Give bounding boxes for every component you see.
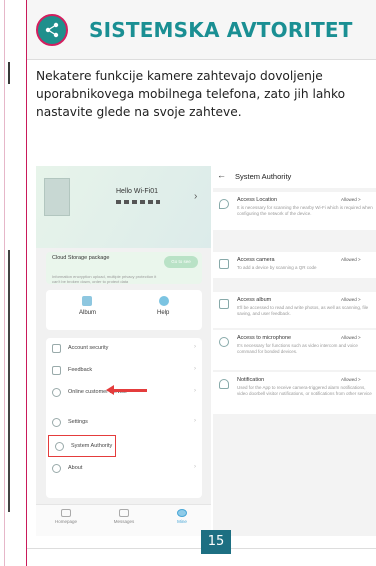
tab-label: Mine xyxy=(177,519,187,524)
headset-icon xyxy=(52,388,61,397)
home-icon xyxy=(61,509,71,517)
masked-id xyxy=(116,200,160,204)
tab-label: Messages xyxy=(113,519,135,524)
pointer-arrow xyxy=(106,385,147,395)
menu-label: About xyxy=(68,465,83,471)
chevron-right-icon: › xyxy=(194,344,196,350)
device-image xyxy=(44,178,70,216)
permission-item: Notification Allowed > Used for the App … xyxy=(213,372,376,414)
gear-icon xyxy=(52,418,61,427)
permission-name: Access Location xyxy=(237,197,278,203)
permission-name: Access album xyxy=(237,297,272,303)
device-title: Hello Wi-Fi01 xyxy=(116,188,159,195)
chevron-right-icon: › xyxy=(194,191,198,202)
tab-messages: Messages xyxy=(104,509,144,524)
app-screenshot-mine: Hello Wi-Fi01 › Cloud Storage package In… xyxy=(36,166,211,536)
permission-desc: It's necessary for functions such as vid… xyxy=(237,343,358,354)
page-number: 15 xyxy=(201,530,231,554)
menu-label: Account security xyxy=(68,345,109,351)
permission-desc: Used for the App to receive camera-trigg… xyxy=(237,385,372,396)
permission-name: Notification xyxy=(237,377,265,383)
menu-item: Account security › xyxy=(46,338,202,360)
screen-header: ← System Authority xyxy=(213,166,376,188)
menu-list: Account security › Feedback › Online cus… xyxy=(46,338,202,498)
tab-homepage: Homepage xyxy=(46,509,86,524)
app-screenshot-system-authority: ← System Authority Access Location Allow… xyxy=(213,166,376,536)
quick-actions: Album Help xyxy=(46,290,202,330)
screen-title: System Authority xyxy=(235,172,292,181)
profile-icon xyxy=(177,509,187,517)
album-label: Album xyxy=(79,310,97,316)
permission-status: Allowed > xyxy=(341,257,361,262)
help-icon xyxy=(159,296,169,306)
device-hero: Hello Wi-Fi01 › xyxy=(36,166,211,248)
edge-mark xyxy=(8,62,10,84)
header: SISTEMSKA AVTORITET xyxy=(27,0,376,60)
image-icon xyxy=(219,299,229,309)
menu-item: About › xyxy=(46,458,202,480)
location-icon xyxy=(219,199,229,209)
cloud-desc: Information encryption upload, multiple … xyxy=(52,274,157,284)
permission-desc: To add a device by scanning a QR code xyxy=(237,265,317,270)
tab-bar: Homepage Messages Mine xyxy=(36,504,211,536)
menu-item-highlighted: System Authority › xyxy=(48,435,116,457)
permission-desc: It'll be accessed to read and write phot… xyxy=(237,305,369,316)
menu-label: System Authority xyxy=(71,443,113,449)
back-arrow-icon: ← xyxy=(217,170,226,180)
message-icon xyxy=(119,509,129,517)
menu-item: Feedback › xyxy=(46,360,202,382)
chevron-right-icon: › xyxy=(194,418,196,424)
feedback-icon xyxy=(52,366,61,375)
page-border xyxy=(26,0,27,566)
menu-label: Feedback xyxy=(68,367,93,373)
previous-page-edge xyxy=(0,0,27,566)
menu-label: Settings xyxy=(68,419,88,425)
tab-mine: Mine xyxy=(162,509,202,524)
bell-icon xyxy=(219,379,229,389)
page-title: SISTEMSKA AVTORITET xyxy=(89,18,353,42)
permission-status: Allowed > xyxy=(341,297,361,302)
fold-line xyxy=(4,0,5,566)
menu-item: Online customer service › xyxy=(46,382,202,404)
microphone-icon xyxy=(219,337,229,347)
edge-mark xyxy=(8,250,10,512)
permission-item: Access camera Allowed > To add a device … xyxy=(213,252,376,278)
intro-text: Nekatere funkcije kamere zahtevajo dovol… xyxy=(36,69,346,119)
permission-status: Allowed > xyxy=(341,197,361,202)
info-icon xyxy=(52,464,61,473)
permission-item: Access album Allowed > It'll be accessed… xyxy=(213,292,376,328)
authority-icon xyxy=(55,442,64,451)
permission-status: Allowed > xyxy=(341,377,361,382)
chevron-right-icon: › xyxy=(194,464,196,470)
permission-desc: It is necessary for scanning the nearby … xyxy=(237,205,373,216)
album-icon xyxy=(82,296,92,306)
cloud-storage-card: Cloud Storage package Information encryp… xyxy=(46,252,202,284)
permission-status: Allowed > xyxy=(341,335,361,340)
camera-icon xyxy=(219,259,229,269)
permission-name: Access camera xyxy=(237,257,275,263)
chevron-right-icon: › xyxy=(194,366,196,372)
permission-name: Access to microphone xyxy=(237,335,292,341)
tab-label: Homepage xyxy=(54,519,77,524)
permission-item: Access to microphone Allowed > It's nece… xyxy=(213,330,376,370)
shield-icon xyxy=(52,344,61,353)
help-label: Help xyxy=(157,310,170,316)
cloud-go-button: Go to see xyxy=(164,256,198,268)
menu-item: Settings › xyxy=(46,412,202,434)
permission-item: Access Location Allowed > It is necessar… xyxy=(213,192,376,230)
cloud-title: Cloud Storage package xyxy=(52,255,110,261)
share-icon xyxy=(36,14,68,46)
chevron-right-icon: › xyxy=(194,388,196,394)
